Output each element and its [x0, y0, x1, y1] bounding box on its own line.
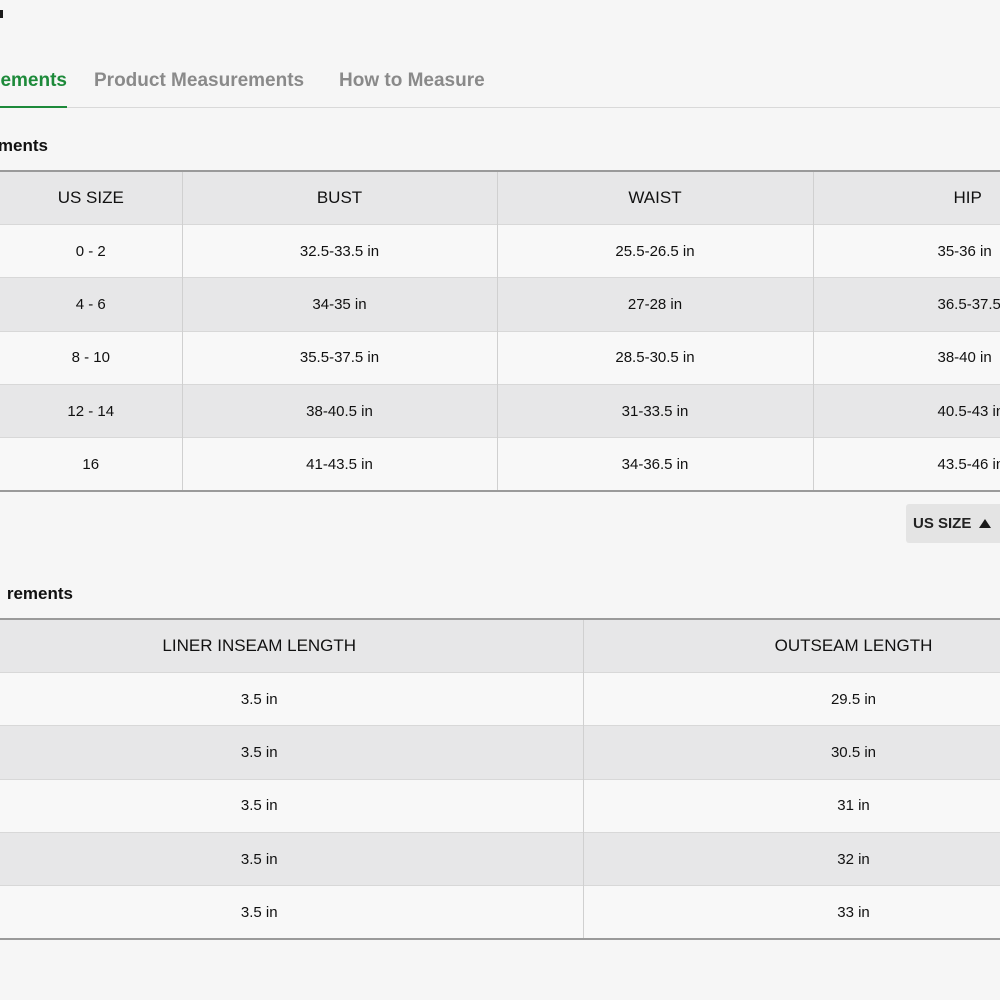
table-row: 3.5 in 31 in [0, 778, 1000, 833]
column-header-us-size[interactable]: US SIZE [0, 169, 183, 225]
waist-cell: 28.5-30.5 in [497, 330, 814, 385]
tab-bar: ements Product Measurements How to Measu… [0, 60, 1000, 108]
table-row: 4 - 6 34-35 in 27-28 in 36.5-37.5 in [0, 277, 1000, 332]
hip-cell: 38-40 in [813, 330, 1000, 385]
table-row: 3.5 in 29.5 in [0, 671, 1000, 726]
waist-cell: 27-28 in [497, 277, 814, 332]
outseam-cell: 32 in [583, 832, 1000, 886]
tab-product-measurements[interactable]: Product Measurements [94, 70, 304, 108]
triangle-up-icon [979, 519, 992, 528]
table-row: 12 - 14 38-40.5 in 31-33.5 in 40.5-43 in [0, 384, 1000, 438]
bust-cell: 34-35 in [182, 277, 498, 332]
column-header-outseam[interactable]: OUTSEAM LENGTH [583, 617, 1000, 673]
size-cell: 8 - 10 [0, 330, 183, 385]
column-header-bust[interactable]: BUST [182, 169, 498, 225]
outseam-cell: 29.5 in [583, 671, 1000, 726]
table-row: 3.5 in 33 in [0, 885, 1000, 941]
table-row: 3.5 in 32 in [0, 832, 1000, 886]
waist-cell: 34-36.5 in [497, 437, 814, 493]
outseam-cell: 30.5 in [583, 725, 1000, 780]
bust-cell: 35.5-37.5 in [182, 330, 498, 385]
table-row: 16 41-43.5 in 34-36.5 in 43.5-46 in [0, 437, 1000, 493]
table-row: 3.5 in 30.5 in [0, 725, 1000, 780]
table-header-row: US SIZE BUST WAIST HIP [0, 169, 1000, 225]
hip-cell: 40.5-43 in [813, 384, 1000, 438]
outseam-cell: 31 in [583, 778, 1000, 833]
inseam-cell: 3.5 in [0, 832, 584, 886]
size-chart-page: ements Product Measurements How to Measu… [0, 0, 1000, 1000]
sort-chip-label: US SIZE [913, 515, 972, 532]
body-measurements-heading: ments [0, 136, 48, 155]
hip-cell: 35-36 in [813, 223, 1000, 278]
column-header-waist[interactable]: WAIST [497, 169, 814, 225]
waist-cell: 31-33.5 in [497, 384, 814, 438]
column-header-hip[interactable]: HIP [813, 169, 1000, 225]
table-header-row: LINER INSEAM LENGTH OUTSEAM LENGTH [0, 617, 1000, 673]
hip-cell: 36.5-37.5 in [813, 277, 1000, 332]
bust-cell: 32.5-33.5 in [182, 223, 498, 278]
column-header-liner-inseam[interactable]: LINER INSEAM LENGTH [0, 617, 584, 673]
outseam-cell: 33 in [583, 885, 1000, 941]
product-measurements-table: LINER INSEAM LENGTH OUTSEAM LENGTH 3.5 i… [0, 617, 1000, 941]
body-measurements-table: US SIZE BUST WAIST HIP 0 - 2 32.5-33.5 i… [0, 169, 1000, 493]
cropped-mark [0, 10, 3, 18]
bust-cell: 41-43.5 in [182, 437, 498, 493]
tab-how-to-measure[interactable]: How to Measure [339, 70, 485, 108]
tab-body-measurements[interactable]: ements [0, 70, 67, 108]
product-measurements-heading: rements [6, 584, 73, 603]
inseam-cell: 3.5 in [0, 671, 584, 726]
size-cell: 12 - 14 [0, 384, 183, 438]
size-cell: 16 [0, 437, 183, 493]
table-row: 0 - 2 32.5-33.5 in 25.5-26.5 in 35-36 in [0, 223, 1000, 278]
hip-cell: 43.5-46 in [813, 437, 1000, 493]
size-cell: 4 - 6 [0, 277, 183, 332]
inseam-cell: 3.5 in [0, 885, 584, 941]
table-row: 8 - 10 35.5-37.5 in 28.5-30.5 in 38-40 i… [0, 330, 1000, 385]
us-size-sort-button[interactable]: US SIZE [906, 504, 1000, 543]
bust-cell: 38-40.5 in [182, 384, 498, 438]
size-cell: 0 - 2 [0, 223, 183, 278]
inseam-cell: 3.5 in [0, 778, 584, 833]
waist-cell: 25.5-26.5 in [497, 223, 814, 278]
inseam-cell: 3.5 in [0, 725, 584, 780]
